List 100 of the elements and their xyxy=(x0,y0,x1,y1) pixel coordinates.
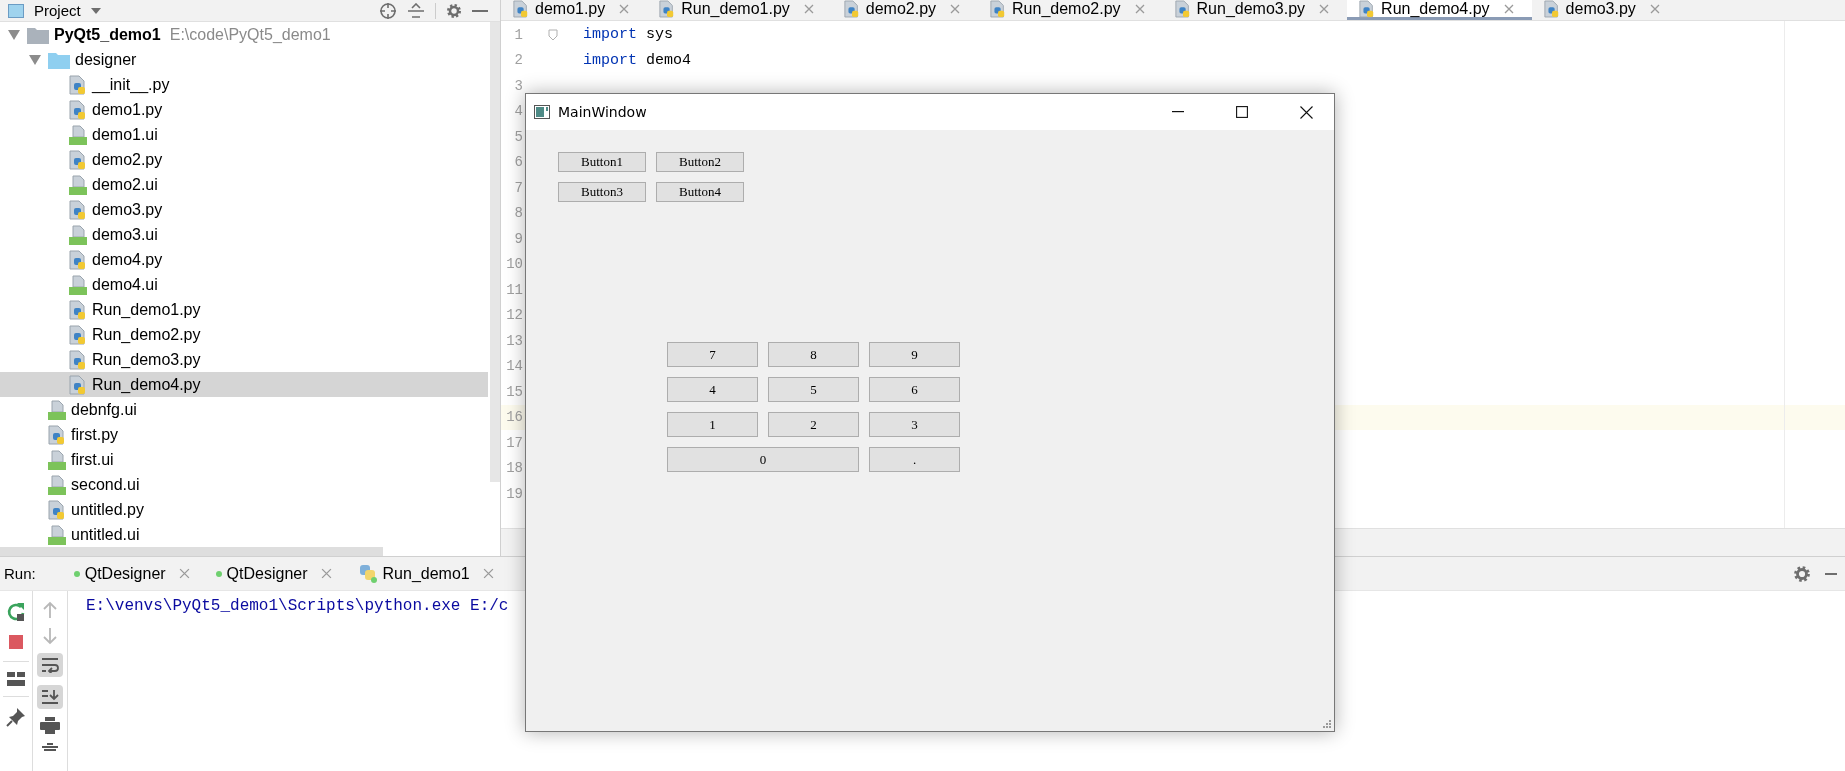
tree-item[interactable]: untitled.ui xyxy=(0,522,488,547)
tree-item[interactable]: untitled.py xyxy=(0,497,488,522)
keypad-button[interactable]: 1 xyxy=(667,412,758,437)
tree-item[interactable]: second.ui xyxy=(0,472,488,497)
layout-icon[interactable] xyxy=(7,672,25,686)
code-line: import sys xyxy=(583,26,675,44)
soft-wrap-button[interactable] xyxy=(37,653,63,677)
close-icon[interactable] xyxy=(1299,105,1313,119)
folder-icon xyxy=(48,50,70,69)
python-file-icon xyxy=(69,249,87,270)
console-output: E:\venvs\PyQt5_demo1\Scripts\python.exe E:/c xyxy=(86,597,509,615)
line-number: 6 xyxy=(513,154,523,171)
python-file-icon xyxy=(69,99,87,120)
expand-arrow-icon[interactable] xyxy=(29,54,41,65)
item-name: debnfg.ui xyxy=(71,400,137,419)
tree-item[interactable]: demo1.ui xyxy=(0,122,488,147)
item-name: demo4.ui xyxy=(92,275,158,294)
tree-item[interactable]: demo4.ui xyxy=(0,272,488,297)
tree-item[interactable]: demo2.ui xyxy=(0,172,488,197)
stop-icon[interactable] xyxy=(7,633,25,651)
push-button[interactable]: Button2 xyxy=(656,152,744,172)
keypad-button[interactable]: 9 xyxy=(869,342,960,367)
line-number: 5 xyxy=(513,128,523,145)
editor-tab[interactable]: Run_demo1.py xyxy=(647,0,832,20)
item-name: demo3.ui xyxy=(92,225,158,244)
tree-item[interactable]: demo4.py xyxy=(0,247,488,272)
editor-tab[interactable]: Run_demo3.py xyxy=(1162,0,1348,20)
editor-tab[interactable]: demo3.py xyxy=(1531,0,1678,20)
up-arrow-icon[interactable] xyxy=(42,601,58,619)
keypad-button[interactable]: 4 xyxy=(667,377,758,402)
run-tab[interactable]: QtDesigner xyxy=(73,564,190,583)
dropdown-icon[interactable] xyxy=(90,7,101,14)
tree-item[interactable]: Run_demo3.py xyxy=(0,347,488,372)
line-number: 11 xyxy=(505,281,523,298)
push-button[interactable]: Button1 xyxy=(558,152,646,172)
run-tab[interactable]: QtDesigner xyxy=(215,564,332,583)
line-number: 16 xyxy=(505,409,523,426)
resize-grip-icon[interactable] xyxy=(1323,720,1331,728)
settings-icon[interactable] xyxy=(446,2,462,19)
keypad-button[interactable]: . xyxy=(869,447,960,472)
editor-tab[interactable]: Run_demo2.py xyxy=(978,0,1163,20)
expand-arrow-icon[interactable] xyxy=(8,29,20,40)
editor-tab[interactable]: demo1.py xyxy=(501,0,648,20)
scrollbar[interactable] xyxy=(490,22,500,482)
python-file-icon xyxy=(69,374,87,395)
scrollbar[interactable] xyxy=(0,547,383,556)
maximize-icon[interactable] xyxy=(1236,106,1248,118)
item-name: first.py xyxy=(71,425,119,444)
keypad-button[interactable]: 0 xyxy=(667,447,859,472)
tree-item[interactable]: first.ui xyxy=(0,447,488,472)
scroll-to-end-button[interactable] xyxy=(37,685,63,709)
tree-item[interactable]: debnfg.ui xyxy=(0,397,488,422)
pin-icon[interactable] xyxy=(6,707,26,727)
item-name: demo2.py xyxy=(92,150,163,169)
tree-item[interactable]: demo2.py xyxy=(0,147,488,172)
tree-item[interactable]: __init__.py xyxy=(0,72,488,97)
tree-item[interactable]: first.py xyxy=(0,422,488,447)
line-number: 2 xyxy=(513,52,523,69)
trash-icon[interactable] xyxy=(42,743,58,751)
run-tab[interactable]: Run_demo1 xyxy=(357,563,494,584)
qt-file-icon xyxy=(69,174,87,195)
print-icon[interactable] xyxy=(40,717,60,735)
settings-icon[interactable] xyxy=(1793,564,1811,583)
item-name: Run_demo1.py xyxy=(92,300,201,319)
rerun-icon[interactable] xyxy=(5,601,27,623)
tree-item[interactable]: Run_demo1.py xyxy=(0,297,488,322)
tree-item[interactable]: demo1.py xyxy=(0,97,488,122)
tree-item[interactable]: designer xyxy=(0,47,488,72)
panel-title[interactable]: Project xyxy=(34,2,81,19)
minimize-icon[interactable] xyxy=(1172,111,1184,113)
line-number: 13 xyxy=(505,332,523,349)
locate-icon[interactable] xyxy=(379,1,397,20)
item-name: second.ui xyxy=(71,475,140,494)
tree-item[interactable]: demo3.ui xyxy=(0,222,488,247)
keypad-button[interactable]: 8 xyxy=(768,342,859,367)
tree-item[interactable]: demo3.py xyxy=(0,197,488,222)
editor-tab[interactable]: Run_demo4.py xyxy=(1347,0,1532,20)
fold-icon[interactable] xyxy=(548,28,558,41)
keypad-button[interactable]: 5 xyxy=(768,377,859,402)
line-number: 12 xyxy=(505,307,523,324)
python-file-icon xyxy=(843,0,860,18)
line-number: 1 xyxy=(513,26,523,43)
keypad-button[interactable]: 2 xyxy=(768,412,859,437)
tree-item[interactable]: Run_demo2.py xyxy=(0,322,488,347)
line-number: 7 xyxy=(513,179,523,196)
editor-tab[interactable]: demo2.py xyxy=(831,0,979,20)
down-arrow-icon[interactable] xyxy=(42,627,58,645)
tree-item[interactable]: PyQt5_demo1 E:\code\PyQt5_demo1 xyxy=(0,22,488,47)
push-button[interactable]: Button3 xyxy=(558,182,646,202)
item-path: E:\code\PyQt5_demo1 xyxy=(169,25,331,44)
push-button[interactable]: Button4 xyxy=(656,182,744,202)
qt-file-icon xyxy=(69,274,87,295)
line-number: 15 xyxy=(505,383,523,400)
line-number: 19 xyxy=(505,485,523,502)
collapse-icon[interactable] xyxy=(407,2,425,19)
tree-item[interactable]: Run_demo4.py xyxy=(0,372,488,397)
keypad-button[interactable]: 6 xyxy=(869,377,960,402)
keypad-button[interactable]: 7 xyxy=(667,342,758,367)
keypad-button[interactable]: 3 xyxy=(869,412,960,437)
qt-file-icon xyxy=(69,124,87,145)
